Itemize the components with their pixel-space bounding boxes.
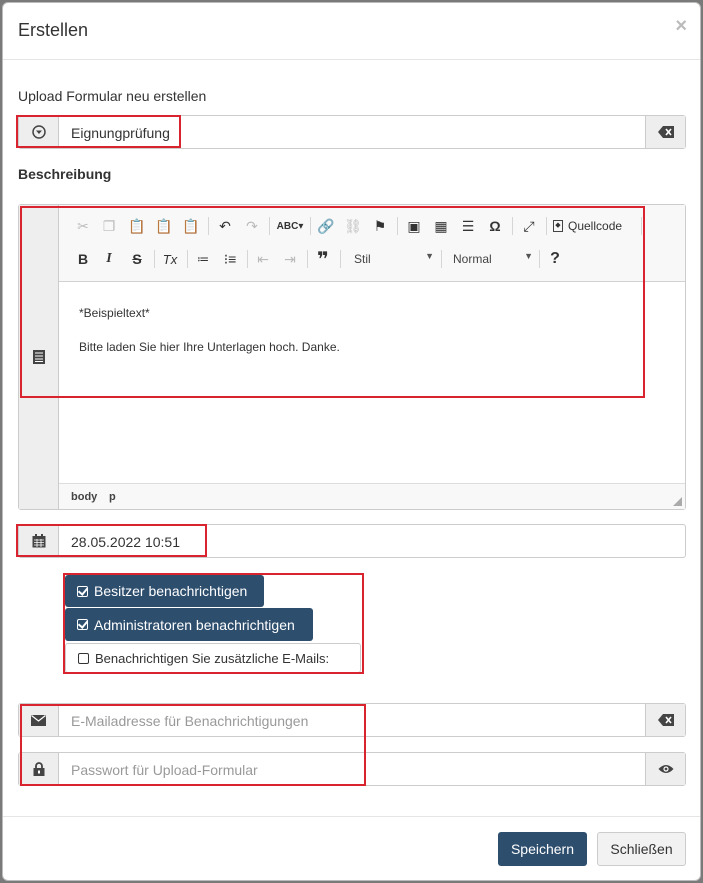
date-field[interactable]: 28.05.2022 10:51 xyxy=(71,534,180,550)
description-editor: ✂ ❐ 📋 📋 📋 ↶ ↷ ABC▾ 🔗 ⛓ ⚑ ▣ ▦ ☰ Ω ⤢ ◆ Que… xyxy=(18,204,686,510)
bulleted-list-icon[interactable]: ⁝≡ xyxy=(220,248,240,270)
remove-format-icon[interactable]: Tx xyxy=(160,248,180,270)
unlink-icon[interactable]: ⛓ xyxy=(343,215,363,237)
notify-admins-toggle[interactable]: Administratoren benachrichtigen xyxy=(65,608,313,641)
strikethrough-icon[interactable]: S xyxy=(127,248,147,270)
format-dropdown-value: Normal xyxy=(453,252,492,266)
chevron-down-icon: ▼ xyxy=(425,251,434,261)
source-code-button[interactable]: ◆ Quellcode xyxy=(553,215,622,237)
dialog-footer-divider xyxy=(3,816,700,817)
link-icon[interactable]: 🔗 xyxy=(316,215,336,237)
password-input-group: Passwort für Upload-Formular xyxy=(18,752,686,786)
email-field[interactable]: E-Mailadresse für Benachrichtigungen xyxy=(71,713,308,729)
editor-statusbar: body p xyxy=(59,483,685,509)
backspace-icon[interactable] xyxy=(645,704,685,736)
paste-text-icon[interactable]: 📋 xyxy=(154,215,174,237)
path-body[interactable]: body xyxy=(71,491,97,503)
create-dialog: Erstellen × Upload Formular neu erstelle… xyxy=(2,2,701,881)
editor-toolbar: ✂ ❐ 📋 📋 📋 ↶ ↷ ABC▾ 🔗 ⛓ ⚑ ▣ ▦ ☰ Ω ⤢ ◆ Que… xyxy=(59,205,685,282)
indent-icon[interactable]: ⇥ xyxy=(280,248,300,270)
content-line-1: *Beispieltext* xyxy=(79,306,150,320)
outdent-icon[interactable]: ⇤ xyxy=(253,248,273,270)
cut-icon[interactable]: ✂ xyxy=(73,215,93,237)
spellcheck-icon[interactable]: ABC▾ xyxy=(276,215,304,237)
notify-extra-emails-label: Benachrichtigen Sie zusätzliche E-Mails: xyxy=(95,650,330,666)
dialog-title: Erstellen xyxy=(18,20,89,40)
document-icon xyxy=(33,350,45,367)
paste-word-icon[interactable]: 📋 xyxy=(181,215,201,237)
resize-handle[interactable] xyxy=(673,497,682,506)
italic-icon[interactable]: I xyxy=(99,248,119,270)
upload-form-input-group: Eignungprüfung xyxy=(18,115,686,149)
circle-down-icon xyxy=(19,116,59,148)
upload-form-name-field[interactable]: Eignungprüfung xyxy=(71,125,170,141)
horizontal-line-icon[interactable]: ☰ xyxy=(458,215,478,237)
source-code-label: Quellcode xyxy=(568,219,623,233)
dialog-header: Erstellen × xyxy=(3,3,700,60)
close-icon[interactable]: × xyxy=(675,15,687,38)
anchor-flag-icon[interactable]: ⚑ xyxy=(370,215,390,237)
style-dropdown[interactable]: Stil ▼ xyxy=(346,248,438,270)
backspace-icon[interactable] xyxy=(645,116,685,148)
checkbox-checked-icon xyxy=(77,585,88,597)
source-code-icon: ◆ xyxy=(553,220,563,232)
save-button[interactable]: Speichern xyxy=(498,832,587,866)
paste-icon[interactable]: 📋 xyxy=(127,215,147,237)
notify-admins-label: Administratoren benachrichtigen xyxy=(94,616,295,633)
path-p[interactable]: p xyxy=(109,491,116,503)
help-icon[interactable]: ? xyxy=(545,248,565,270)
bold-icon[interactable]: B xyxy=(73,248,93,270)
eye-icon[interactable] xyxy=(645,753,685,785)
special-char-icon[interactable]: Ω xyxy=(485,215,505,237)
editor-side-addon xyxy=(19,205,59,509)
notify-extra-emails-toggle[interactable]: Benachrichtigen Sie zusätzliche E-Mails: xyxy=(65,643,361,673)
description-label: Beschreibung xyxy=(18,166,112,182)
blockquote-icon[interactable]: ❞ xyxy=(313,248,333,271)
format-dropdown[interactable]: Normal ▼ xyxy=(445,248,537,270)
content-line-2: Bitte laden Sie hier Ihre Unterlagen hoc… xyxy=(79,340,340,354)
redo-icon[interactable]: ↷ xyxy=(242,215,262,237)
close-button[interactable]: Schließen xyxy=(597,832,686,866)
chevron-down-icon: ▼ xyxy=(524,251,533,261)
undo-icon[interactable]: ↶ xyxy=(215,215,235,237)
checkbox-unchecked-icon xyxy=(78,652,89,664)
envelope-icon xyxy=(19,704,59,736)
date-input-group: 28.05.2022 10:51 xyxy=(18,524,686,558)
notify-owner-label: Besitzer benachrichtigen xyxy=(94,583,248,599)
calendar-icon[interactable] xyxy=(19,525,59,557)
maximize-icon[interactable]: ⤢ xyxy=(519,215,539,237)
notify-owner-toggle[interactable]: Besitzer benachrichtigen xyxy=(65,575,264,607)
lock-icon xyxy=(19,753,59,785)
upload-form-label: Upload Formular neu erstellen xyxy=(18,88,207,104)
table-icon[interactable]: ▦ xyxy=(431,215,451,237)
style-dropdown-value: Stil xyxy=(354,252,371,266)
image-icon[interactable]: ▣ xyxy=(404,215,424,237)
editor-content-area[interactable]: *Beispieltext* Bitte laden Sie hier Ihre… xyxy=(59,283,685,483)
numbered-list-icon[interactable]: ≔ xyxy=(193,248,213,270)
checkbox-checked-icon xyxy=(77,619,88,630)
copy-icon[interactable]: ❐ xyxy=(99,215,119,237)
password-field[interactable]: Passwort für Upload-Formular xyxy=(71,762,258,778)
email-input-group: E-Mailadresse für Benachrichtigungen xyxy=(18,703,686,737)
